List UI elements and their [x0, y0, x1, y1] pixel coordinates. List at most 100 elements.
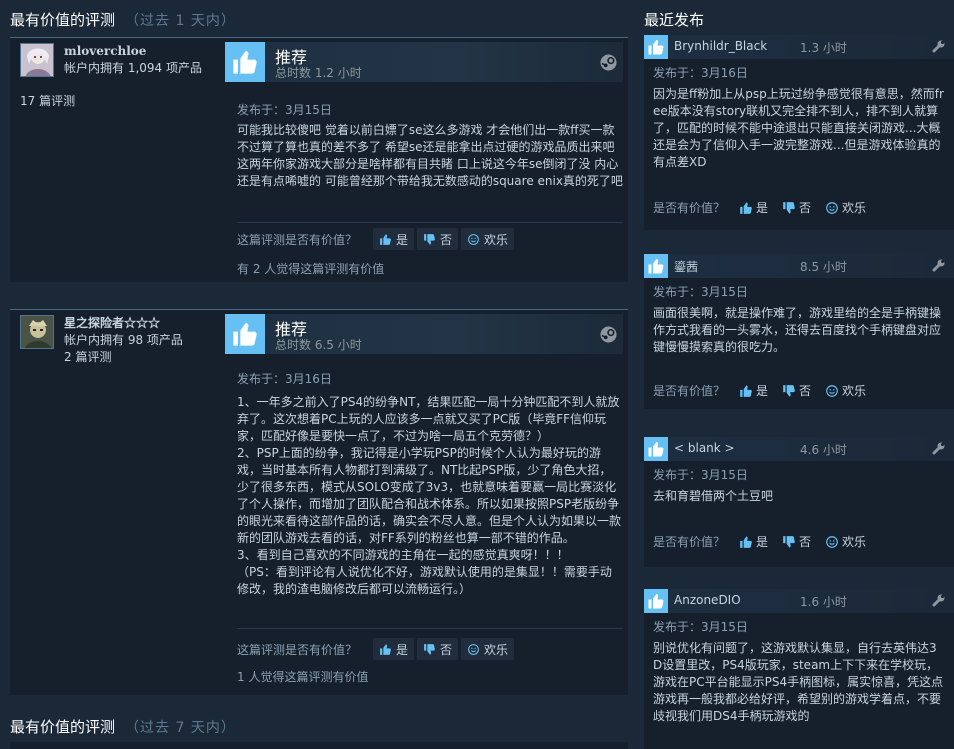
- reviewer-name[interactable]: 鎏茜: [674, 258, 698, 275]
- helpful-question: 是否有价值？: [653, 201, 726, 215]
- author-products: 帐户内拥有 98 项产品: [64, 333, 183, 347]
- vote-funny-label: 欢乐: [484, 232, 509, 247]
- wrench-icon: [932, 442, 945, 455]
- posted-date: 发布于：3月16日: [653, 66, 748, 80]
- vote-no-button[interactable]: 否: [417, 638, 459, 660]
- helpful-count: 1 人觉得这篇评测有价值: [237, 670, 369, 684]
- steam-icon: [600, 54, 617, 71]
- vote-yes-button[interactable]: 是: [739, 199, 768, 216]
- review-text: 1、一年多之前入了PS4的纷争NT，结果匹配一局十分钟匹配不到人就放弃了。这次想…: [237, 395, 622, 596]
- review-text: 因为是ff粉加上从psp上玩过纷争感觉很有意思，然而free版本没有story联…: [653, 87, 944, 169]
- thumbs-up-icon: [740, 201, 752, 214]
- thumbs-up-icon: [225, 314, 265, 354]
- divider: [237, 628, 623, 629]
- vote-no-label: 否: [440, 232, 453, 247]
- thumbs-up-icon: [644, 254, 668, 278]
- posted-date: 发布于：3月15日: [237, 103, 332, 117]
- review-text: 画面很美啊，就是操作难了，游戏里给的全是手柄键操作方式我看的一头雾水，还得去百度…: [653, 306, 942, 354]
- smiley-icon: [468, 233, 479, 245]
- thumbs-up-icon: [644, 35, 668, 59]
- recent-review-header[interactable]: AnzoneDIO 1.6 小时: [644, 589, 954, 613]
- avatar[interactable]: [20, 43, 54, 77]
- smiley-icon: [826, 201, 838, 214]
- weekly-reviews-heading: 最有价值的评测 （过去 7 天内）: [0, 710, 236, 738]
- helpful-question: 是否有价值？: [653, 535, 726, 549]
- review-text: 别说优化有问题了，这游戏默认集显，自行去英伟达3D设置里改，PS4版玩家，ste…: [653, 641, 944, 723]
- author-name[interactable]: mloverchloe: [64, 43, 224, 60]
- recent-review-card: 鎏茜 8.5 小时 发布于：3月15日 画面很美啊，就是操作难了，游戏里给的全是…: [644, 254, 954, 409]
- vote-funny-button[interactable]: 欢乐: [825, 382, 866, 399]
- reviewer-name[interactable]: Brynhildr_Black: [674, 39, 767, 53]
- recent-review-header[interactable]: 鎏茜 8.5 小时: [644, 254, 954, 278]
- posted-date: 发布于：3月15日: [653, 285, 748, 299]
- vote-no-button[interactable]: 否: [417, 228, 459, 250]
- review-header[interactable]: 推荐 总时数 1.2 小时: [225, 42, 623, 82]
- recent-review-card: Brynhildr_Black 1.3 小时 发布于：3月16日 因为是ff粉加…: [644, 35, 954, 230]
- helpful-question: 这篇评测是否有价值？: [237, 642, 358, 657]
- thumbs-down-icon: [424, 643, 435, 655]
- smiley-icon: [826, 384, 838, 397]
- author-review-count[interactable]: 17 篇评测: [20, 93, 75, 110]
- steam-icon: [600, 326, 617, 343]
- vote-funny-button[interactable]: 欢乐: [825, 533, 866, 550]
- thumbs-up-icon: [380, 233, 391, 245]
- helpful-question: 这篇评测是否有价值？: [237, 232, 358, 247]
- vote-no-label: 否: [799, 535, 812, 549]
- reviewer-name[interactable]: < blank >: [674, 441, 735, 455]
- vote-yes-label: 是: [756, 535, 769, 549]
- recent-review-header[interactable]: Brynhildr_Black 1.3 小时: [644, 35, 954, 59]
- vote-funny-button[interactable]: 欢乐: [825, 199, 866, 216]
- review-page: 最有价值的评测 （过去 1 天内） mloverchloe 帐户内拥有 1,09…: [0, 0, 954, 749]
- hours-played: 1.6 小时: [800, 595, 847, 609]
- vote-yes-label: 是: [396, 642, 409, 657]
- reviewer-name[interactable]: AnzoneDIO: [674, 593, 741, 607]
- wrench-icon: [932, 40, 945, 53]
- helpful-question: 是否有价值？: [653, 384, 726, 398]
- hours-played: 1.3 小时: [800, 41, 847, 55]
- recent-heading: 最近发布: [644, 11, 705, 28]
- recent-review-header[interactable]: < blank > 4.6 小时: [644, 437, 954, 461]
- section-subtitle: （过去 7 天内）: [125, 720, 236, 736]
- vote-no-label: 否: [799, 384, 812, 398]
- smiley-icon: [468, 643, 479, 655]
- helpful-count: 有 2 人觉得这篇评测有价值: [237, 262, 385, 276]
- vote-yes-button[interactable]: 是: [373, 638, 415, 660]
- vote-no-button[interactable]: 否: [782, 199, 811, 216]
- review-text: 可能我比较傻吧 觉着以前白嫖了se这么多游戏 才会他们出一款ff买一款 不过算了…: [237, 123, 623, 188]
- review-header[interactable]: 推荐 总时数 6.5 小时: [225, 314, 623, 354]
- vote-funny-label: 欢乐: [842, 384, 867, 398]
- vote-no-button[interactable]: 否: [782, 533, 811, 550]
- divider: [237, 222, 623, 223]
- section-title: 最有价值的评测: [10, 718, 116, 736]
- thumbs-up-icon: [740, 535, 752, 548]
- review-card: 星之探险者☆☆☆ 帐户内拥有 98 项产品 2 篇评测 推荐 总时数 6.5 小…: [10, 309, 628, 695]
- review-card: mloverchloe 帐户内拥有 1,094 项产品 17 篇评测 推荐 总时…: [10, 37, 628, 282]
- vote-yes-button[interactable]: 是: [739, 382, 768, 399]
- vote-funny-button[interactable]: 欢乐: [461, 638, 515, 660]
- posted-date: 发布于：3月15日: [653, 468, 748, 482]
- top-reviews-column: 最有价值的评测 （过去 1 天内） mloverchloe 帐户内拥有 1,09…: [0, 0, 630, 749]
- thumbs-up-icon: [225, 42, 265, 82]
- thumbs-up-icon: [644, 437, 668, 461]
- thumbs-up-icon: [740, 384, 752, 397]
- recent-reviews-column: 最近发布 Brynhildr_Black 1.3 小时 发布于：3月16日 因为…: [644, 0, 954, 749]
- thumbs-down-icon: [783, 384, 795, 397]
- vote-no-button[interactable]: 否: [782, 382, 811, 399]
- vote-funny-label: 欢乐: [842, 535, 867, 549]
- vote-funny-button[interactable]: 欢乐: [461, 228, 515, 250]
- author-name[interactable]: 星之探险者☆☆☆: [64, 315, 224, 332]
- vote-no-label: 否: [799, 201, 812, 215]
- smiley-icon: [826, 535, 838, 548]
- thumbs-down-icon: [783, 201, 795, 214]
- thumbs-down-icon: [783, 535, 795, 548]
- author-review-count[interactable]: 2 篇评测: [64, 349, 111, 366]
- vote-no-label: 否: [440, 642, 453, 657]
- hours-played: 8.5 小时: [800, 260, 847, 274]
- vote-yes-button[interactable]: 是: [739, 533, 768, 550]
- avatar[interactable]: [20, 315, 54, 349]
- hours-played: 总时数 1.2 小时: [275, 66, 362, 80]
- next-review-card-edge: [10, 742, 628, 749]
- helpful-controls: 这篇评测是否有价值？ 是 否 欢乐: [237, 228, 517, 250]
- thumbs-up-icon: [380, 643, 391, 655]
- vote-yes-button[interactable]: 是: [373, 228, 415, 250]
